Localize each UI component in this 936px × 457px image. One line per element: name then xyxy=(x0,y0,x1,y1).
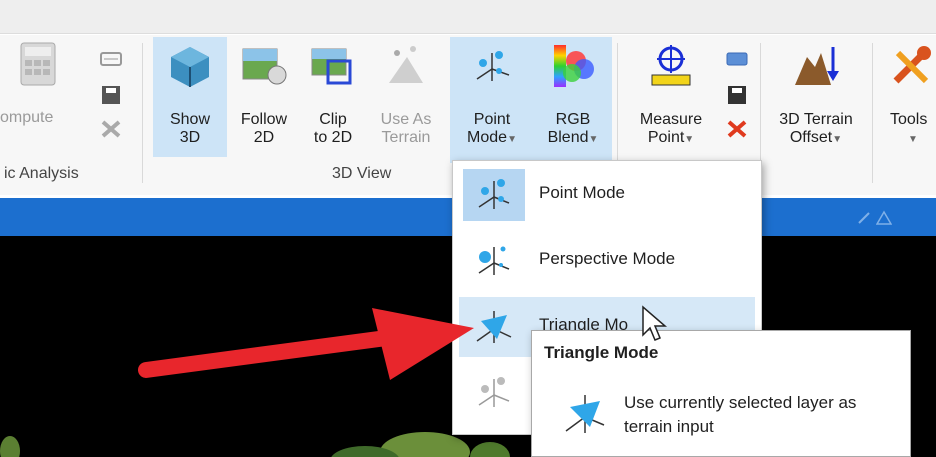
rgb-blend-icon xyxy=(554,45,594,87)
chevron-down-icon: ▼ xyxy=(832,134,843,145)
menu-item-perspective-mode[interactable]: Perspective Mode xyxy=(459,231,755,291)
show-3d-label-1: Show xyxy=(169,111,211,128)
mouse-cursor-icon xyxy=(642,305,668,341)
chevron-down-icon: ▼ xyxy=(588,134,599,145)
follow-map-icon xyxy=(242,48,287,85)
menu-item-label: Perspective Mode xyxy=(539,249,676,268)
keyboard-icon-2[interactable] xyxy=(726,49,748,69)
rgb-blend-label-1: RGB xyxy=(555,111,591,128)
chevron-down-icon: ▼ xyxy=(684,134,695,145)
vegetation-blob-4 xyxy=(470,442,510,457)
compute-button[interactable]: ompute xyxy=(0,35,92,155)
rgb-blend-button[interactable]: RGB Blend▼ xyxy=(534,37,612,163)
point-mode-button[interactable]: Point Mode▼ xyxy=(450,37,534,163)
show-3d-label-2: 3D xyxy=(179,129,201,146)
pin-icon[interactable] xyxy=(856,210,872,226)
cube-3d-icon xyxy=(171,47,209,87)
terrain-offset-label-1: 3D Terrain xyxy=(779,111,853,128)
analysis-group-label: ic Analysis xyxy=(4,165,79,182)
menu-item-label: Point Mode xyxy=(539,183,625,202)
clip-2d-label-2: to 2D xyxy=(313,129,353,146)
tooltip: Triangle Mode Use currently selected lay… xyxy=(531,330,911,457)
calculator-icon xyxy=(20,42,56,86)
terrain-offset-button[interactable]: 3D Terrain Offset▼ xyxy=(764,37,868,157)
tools-icon xyxy=(893,46,931,84)
keyboard-icon[interactable] xyxy=(100,49,122,69)
tools-button[interactable]: Tools ▼ xyxy=(882,37,936,157)
clip-2d-label-1: Clip xyxy=(319,111,347,128)
point-mode-label-2: Mode xyxy=(467,129,508,146)
follow-2d-button[interactable]: Follow 2D xyxy=(229,37,299,157)
save-icon-2[interactable] xyxy=(726,85,748,105)
terrain-offset-label-2: Offset xyxy=(789,129,833,146)
measure-label-2: Point xyxy=(647,129,685,146)
use-as-terrain-label-2: Terrain xyxy=(381,129,431,146)
follow-2d-label-2: 2D xyxy=(253,129,275,146)
view3d-group-label: 3D View xyxy=(332,165,392,182)
terrain-offset-icon xyxy=(795,47,839,85)
vegetation-blob-3 xyxy=(0,436,20,457)
tools-label: Tools xyxy=(890,111,928,128)
compute-label: ompute xyxy=(0,109,54,126)
rgb-blend-label-2: Blend xyxy=(547,129,589,146)
point-mode-label-1: Point xyxy=(473,111,511,128)
delete-icon-2[interactable] xyxy=(726,119,748,139)
red-arrow-annotation xyxy=(138,308,474,380)
delete-icon[interactable] xyxy=(100,119,122,139)
use-as-terrain-label-1: Use As xyxy=(380,111,432,128)
menu-item-point-mode[interactable]: Point Mode xyxy=(459,165,755,225)
point-mode-icon xyxy=(463,169,525,221)
measure-label-1: Measure xyxy=(639,111,703,128)
triangle-warning-icon[interactable] xyxy=(876,210,892,226)
terrain-icon xyxy=(389,46,423,83)
use-as-terrain-button[interactable]: Use As Terrain xyxy=(368,37,444,157)
measure-icon xyxy=(651,45,691,86)
tooltip-title: Triangle Mode xyxy=(544,343,659,362)
clip-icon xyxy=(311,48,352,85)
triangle-mode-icon xyxy=(565,395,605,433)
measure-point-button[interactable]: Measure Point▼ xyxy=(624,37,718,157)
tooltip-description: Use currently selected layer as terrain … xyxy=(624,393,857,436)
follow-2d-label-1: Follow xyxy=(240,111,288,128)
chevron-down-icon: ▼ xyxy=(507,134,517,145)
chevron-down-icon: ▼ xyxy=(908,134,918,145)
top-strip xyxy=(0,0,936,34)
clip-to-2d-button[interactable]: Clip to 2D xyxy=(302,37,364,157)
point-mode-icon xyxy=(476,51,510,81)
perspective-mode-icon xyxy=(478,246,510,275)
show-3d-button[interactable]: Show 3D xyxy=(153,37,227,157)
save-icon[interactable] xyxy=(100,85,122,105)
